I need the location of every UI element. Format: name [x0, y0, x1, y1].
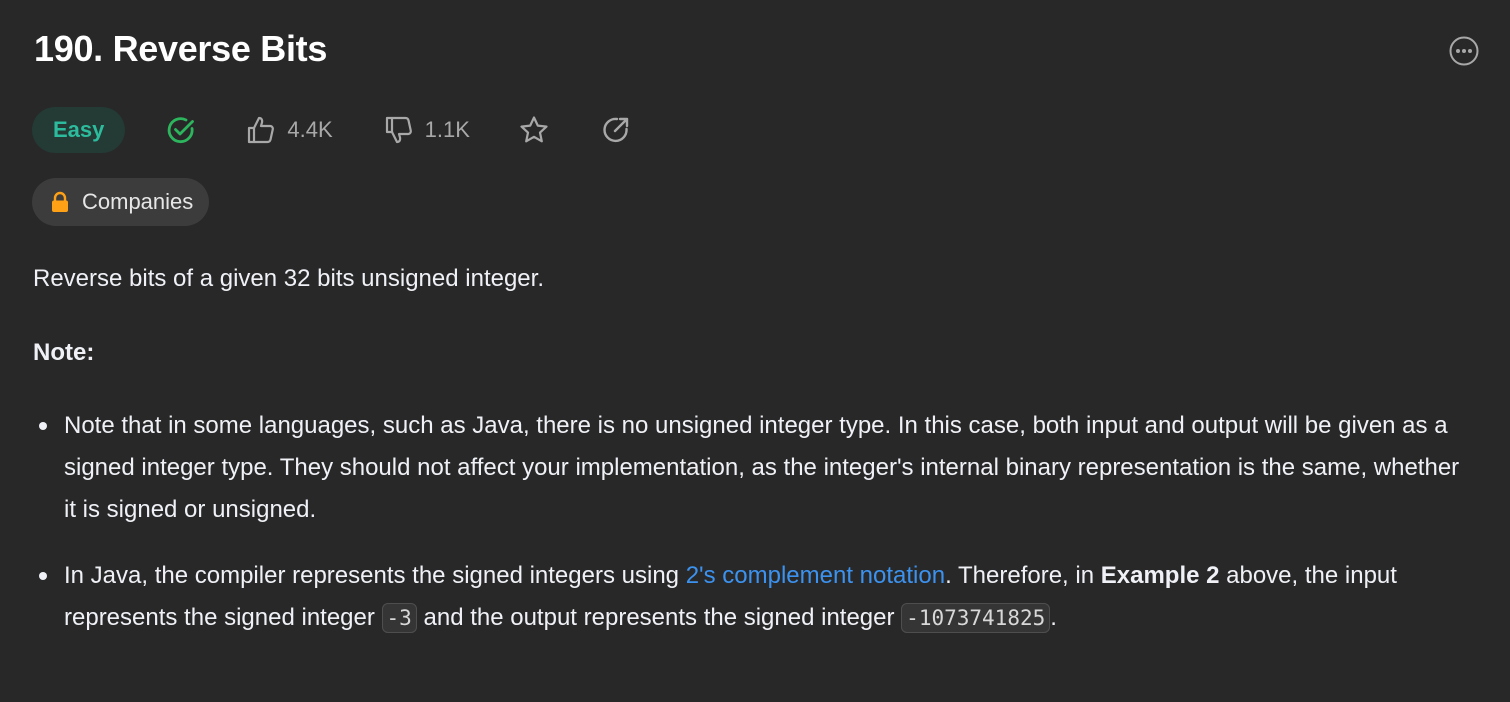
difficulty-badge: Easy	[32, 107, 126, 153]
thumbs-up-icon	[248, 116, 275, 144]
share-button[interactable]	[600, 114, 632, 146]
example-reference: Example 2	[1100, 562, 1220, 589]
inline-code-input: -3	[381, 603, 417, 633]
dislike-count: 1.1K	[424, 117, 470, 142]
companies-label: Companies	[82, 189, 194, 214]
more-options-button[interactable]	[1448, 35, 1480, 67]
description-intro: Reverse bits of a given 32 bits unsigned…	[33, 265, 544, 292]
list-item: In Java, the compiler represents the sig…	[33, 555, 1473, 639]
note-2-text: .	[1050, 604, 1057, 631]
notes-list: Note that in some languages, such as Jav…	[33, 405, 1473, 639]
problem-meta-row: Easy 4.4K 1.1K	[32, 106, 632, 154]
note-heading: Note:	[33, 339, 95, 366]
companies-button[interactable]: Companies	[32, 178, 210, 226]
twos-complement-link[interactable]: 2's complement notation	[686, 562, 945, 589]
problem-title: 190. Reverse Bits	[34, 28, 328, 69]
dislike-button[interactable]: 1.1K	[383, 114, 470, 146]
solved-status[interactable]	[165, 114, 197, 146]
lock-icon	[52, 191, 68, 212]
note-2-text: and the output represents the signed int…	[416, 604, 902, 631]
check-circle-icon	[168, 117, 195, 144]
star-icon	[520, 116, 548, 143]
note-2-text: In Java, the compiler represents the sig…	[64, 562, 686, 589]
inline-code-output: -1073741825	[901, 603, 1051, 633]
list-item: Note that in some languages, such as Jav…	[33, 405, 1473, 531]
note-1-text: Note that in some languages, such as Jav…	[64, 412, 1460, 523]
favorite-button[interactable]	[518, 114, 550, 146]
thumbs-down-icon	[385, 116, 412, 144]
more-horizontal-icon	[1449, 36, 1479, 66]
like-button[interactable]: 4.4K	[245, 114, 333, 146]
note-2-text: . Therefore, in	[945, 562, 1101, 589]
problem-description: Reverse bits of a given 32 bits unsigned…	[33, 258, 1473, 663]
share-icon	[603, 117, 629, 143]
like-count: 4.4K	[287, 117, 333, 142]
